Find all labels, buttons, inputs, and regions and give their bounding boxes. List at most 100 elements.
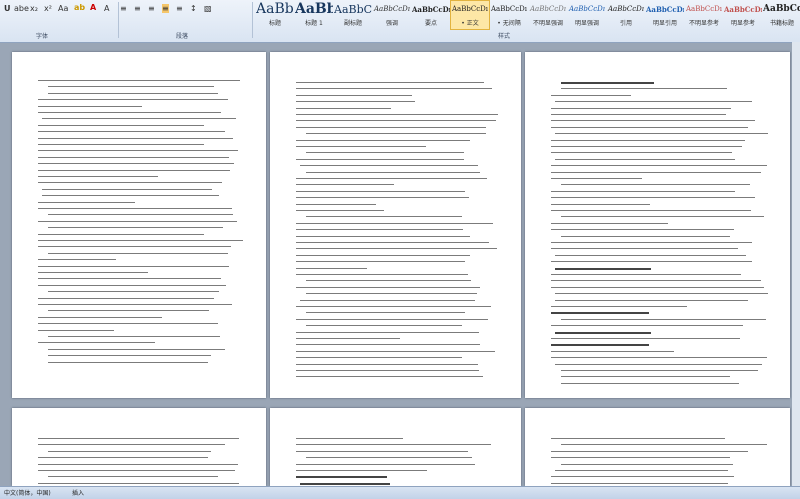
body-text-line <box>561 236 730 237</box>
style-sample: AaBb <box>295 1 333 17</box>
heading-text-line <box>555 332 651 334</box>
align-left-icon[interactable]: ≡ <box>120 4 127 13</box>
shading-icon[interactable]: ▧ <box>204 4 212 13</box>
body-text-line <box>38 470 235 471</box>
body-text-line <box>551 306 687 307</box>
body-text-line <box>555 470 728 471</box>
body-text-line <box>300 300 475 301</box>
style-subtle-emphasis[interactable]: AaBbCcDı 不明显强调 <box>529 1 567 29</box>
body-text-line <box>296 82 484 83</box>
style-sample: AaBbCcDı <box>608 5 644 13</box>
document-page-1[interactable] <box>12 52 266 398</box>
clear-format-icon[interactable]: A <box>104 4 109 13</box>
body-text-line <box>296 306 491 307</box>
body-text-line <box>48 291 219 292</box>
style-sample: AaBbCcDı <box>569 5 605 13</box>
style-sample: AaBbCcDı <box>530 5 566 13</box>
align-center-icon[interactable]: ≡ <box>134 4 141 13</box>
style-title[interactable]: AaBbC 标题 <box>256 1 294 29</box>
body-text-line <box>38 202 135 203</box>
body-text-line <box>561 88 727 89</box>
body-text-line <box>48 227 223 228</box>
heading-text-line <box>551 344 649 346</box>
body-text-line <box>38 278 221 279</box>
body-text-line <box>296 236 470 237</box>
body-text-line <box>551 197 755 198</box>
body-text-line <box>306 457 472 458</box>
style-sample: AaBbCcDı <box>374 5 410 13</box>
body-text-line <box>551 191 735 192</box>
style-normal[interactable]: AaBbCcDı • 正文 <box>450 0 490 30</box>
body-text-line <box>306 216 462 217</box>
heading-text-line <box>296 476 387 478</box>
body-text-line <box>38 234 204 235</box>
body-text-line <box>38 131 225 132</box>
body-text-line <box>38 138 233 139</box>
style-intense-quote[interactable]: AaBbCcDı 明显引用 <box>646 1 684 29</box>
style-name: • 无间隔 <box>497 20 521 27</box>
body-text-line <box>48 476 218 477</box>
style-book-title[interactable]: AaBbCcI 书籍标题 <box>763 1 800 29</box>
document-page-6[interactable] <box>525 408 790 486</box>
language-status[interactable]: 中文(简体，中国) <box>4 488 51 497</box>
body-text-line <box>296 191 465 192</box>
body-text-line <box>551 140 745 141</box>
body-text-line <box>551 280 761 281</box>
text-effects-button[interactable]: Aa <box>58 4 68 13</box>
document-page-5[interactable] <box>270 408 521 486</box>
body-text-line <box>555 101 752 102</box>
style-name: 不明显强调 <box>532 20 563 27</box>
body-text-line <box>296 268 367 269</box>
body-text-line <box>38 106 142 107</box>
style-name: 强调 <box>385 20 398 27</box>
justify-icon[interactable]: ≡ <box>162 4 169 13</box>
body-text-line <box>296 470 427 471</box>
body-text-line <box>296 159 464 160</box>
line-spacing-icon[interactable]: ↕ <box>190 4 197 13</box>
style-intense-emphasis[interactable]: AaBbCcDı 明显强调 <box>568 1 606 29</box>
style-name: 副标题 <box>343 20 362 27</box>
subscript-button[interactable]: x₂ <box>30 4 38 13</box>
style-subtle-reference[interactable]: AaBbCcDı 不明显参考 <box>685 1 723 29</box>
heading-text-line <box>555 268 651 270</box>
style-quote[interactable]: AaBbCcDı 引用 <box>607 1 645 29</box>
body-text-line <box>555 300 748 301</box>
body-text-line <box>561 444 767 445</box>
document-page-3[interactable] <box>525 52 790 398</box>
document-page-2[interactable] <box>270 52 521 398</box>
align-right-icon[interactable]: ≡ <box>148 4 155 13</box>
insert-mode-status[interactable]: 插入 <box>72 488 84 497</box>
body-text-line <box>38 182 222 183</box>
highlight-icon[interactable]: ab <box>74 3 85 12</box>
font-color-icon[interactable]: A <box>90 3 96 12</box>
body-text-line <box>551 172 761 173</box>
styles-gallery: AaBbC 标题 AaBb 标题 1 AaBbC 副标题 AaBbCcDı 强调 AaB… <box>254 0 800 30</box>
style-subtitle[interactable]: AaBbC 副标题 <box>334 1 372 29</box>
document-page-4[interactable] <box>12 408 266 486</box>
body-text-line <box>296 338 400 339</box>
style-sample: AaBbC <box>334 3 372 16</box>
style-sample: AaBbCcDı <box>412 5 450 14</box>
bold-button[interactable]: U <box>4 4 11 13</box>
body-text-line <box>296 204 376 205</box>
body-text-line <box>38 266 229 267</box>
style-name: 引用 <box>619 20 632 27</box>
body-text-line <box>48 336 220 337</box>
body-text-line <box>38 208 232 209</box>
style-intense-reference[interactable]: AaBbCcDı 明显参考 <box>724 1 762 29</box>
style-name: 明显强调 <box>574 20 599 27</box>
vertical-scrollbar[interactable] <box>792 42 800 486</box>
style-emphasis[interactable]: AaBbCcDı 强调 <box>373 1 411 29</box>
style-strong[interactable]: AaBbCcDı 要点 <box>412 1 450 29</box>
strikethrough-button[interactable]: abe <box>14 4 29 13</box>
body-text-line <box>296 255 470 256</box>
body-text-line <box>296 88 492 89</box>
body-text-line <box>38 444 225 445</box>
style-heading-1[interactable]: AaBb 标题 1 <box>295 1 333 29</box>
distributed-icon[interactable]: ≡ <box>176 4 183 13</box>
status-bar: 中文(简体，中国) 插入 <box>0 486 800 499</box>
style-no-spacing[interactable]: AaBbCcDı • 无间隔 <box>490 1 528 29</box>
font-group-label: 字体 <box>36 33 49 40</box>
superscript-button[interactable]: x² <box>44 4 52 13</box>
body-text-line <box>551 483 728 484</box>
